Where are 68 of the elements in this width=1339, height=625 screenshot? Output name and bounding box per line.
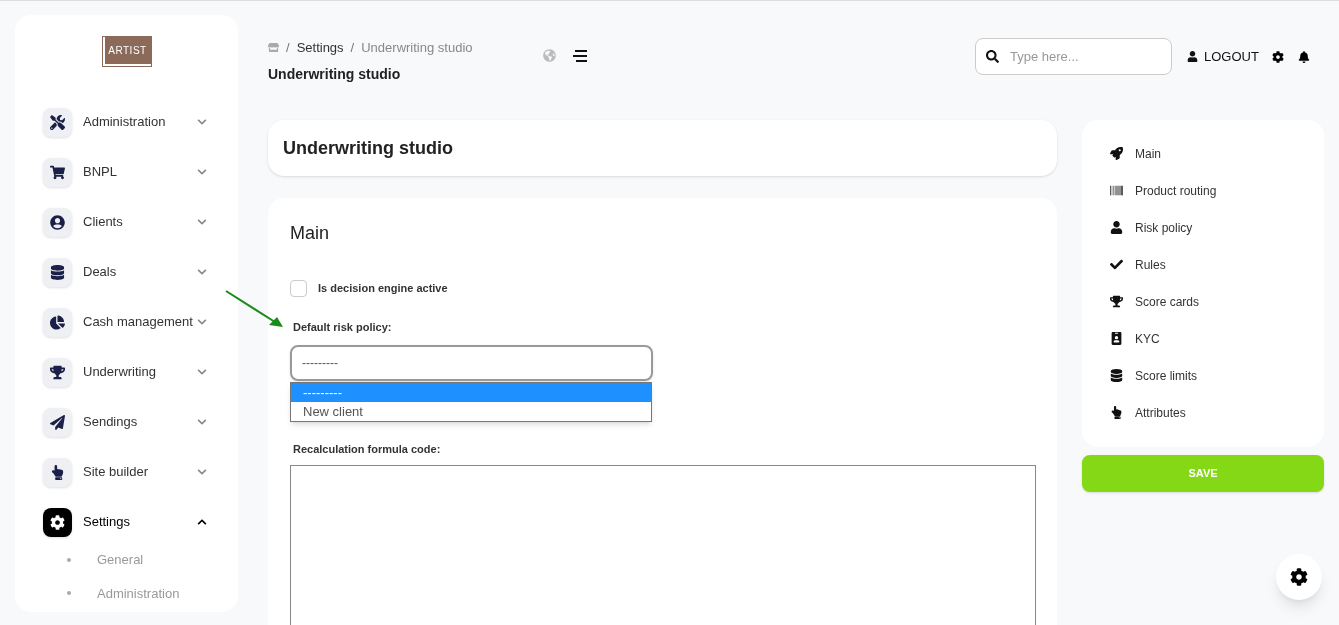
section-nav-link[interactable]: Rules xyxy=(1110,255,1296,274)
section-nav-link[interactable]: KYC xyxy=(1110,329,1296,348)
paper-plane-icon xyxy=(50,414,65,430)
field-label: Recalculation formula code: xyxy=(293,441,442,457)
settings-icon[interactable] xyxy=(1271,50,1284,63)
search-icon xyxy=(986,50,999,63)
trophy-icon xyxy=(1110,295,1123,308)
pointing-hand-icon xyxy=(50,464,65,480)
checkbox[interactable] xyxy=(290,280,307,297)
rocket-icon xyxy=(1110,147,1123,160)
pie-chart-icon xyxy=(50,314,65,330)
id-badge-icon xyxy=(1110,332,1123,345)
search-field[interactable]: Type here... xyxy=(975,38,1172,75)
user-icon xyxy=(1110,221,1123,234)
chevron-down-icon xyxy=(197,267,207,277)
database-icon xyxy=(1110,369,1123,382)
logout-button[interactable]: LOGOUT xyxy=(1187,46,1259,67)
sidebar-item[interactable]: Underwriting xyxy=(43,356,210,388)
settings-icon xyxy=(1290,568,1308,586)
trophy-icon xyxy=(50,364,65,380)
settings-icon xyxy=(50,514,65,530)
pointing-hand-icon xyxy=(1110,406,1123,419)
bullet-icon xyxy=(67,557,71,562)
chevron-down-icon xyxy=(197,417,207,427)
settings-button[interactable] xyxy=(1276,554,1322,600)
select-field[interactable]: --------- xyxy=(290,344,653,381)
chevron-down-icon xyxy=(197,167,207,177)
sidebar-item[interactable]: Deals xyxy=(43,256,210,288)
dropdown-option[interactable]: New client xyxy=(291,401,651,421)
sidebar-item[interactable]: Clients xyxy=(43,206,210,238)
sidebar-item[interactable]: Settings xyxy=(43,506,210,538)
chevron-up-icon xyxy=(197,517,207,527)
chevron-down-icon xyxy=(197,317,207,327)
sidebar-item[interactable]: BNPL xyxy=(43,156,210,188)
sidebar-item[interactable]: Site builder xyxy=(43,456,210,488)
page-title: Underwriting studio xyxy=(268,64,402,84)
menu-icon[interactable] xyxy=(571,50,588,62)
sidebar-item[interactable]: Administration xyxy=(43,106,210,138)
breadcrumb-separator: / xyxy=(286,39,290,57)
checkbox-label: Is decision engine active xyxy=(318,281,448,297)
annotation-arrow xyxy=(225,290,285,328)
sidebar-item[interactable]: Sendings xyxy=(43,406,210,438)
section-nav-link[interactable]: Score limits xyxy=(1110,366,1296,385)
section-nav-link[interactable]: Score cards xyxy=(1110,292,1296,311)
chevron-down-icon xyxy=(197,217,207,227)
user-icon xyxy=(50,214,65,230)
section-nav-link[interactable]: Product routing xyxy=(1110,181,1296,200)
chevron-down-icon xyxy=(197,467,207,477)
bars-icon xyxy=(1110,184,1123,197)
card-title: Underwriting studio xyxy=(283,136,453,160)
tools-icon xyxy=(50,114,65,130)
section-nav-link[interactable]: Risk policy xyxy=(1110,218,1296,237)
chevron-down-icon xyxy=(197,117,207,127)
bell-icon[interactable] xyxy=(1297,50,1310,63)
section-nav-link[interactable]: Attributes xyxy=(1110,403,1296,422)
breadcrumb-separator: / xyxy=(350,39,355,57)
chevron-down-icon xyxy=(197,367,207,377)
bullet-icon xyxy=(67,591,71,596)
user-icon xyxy=(1187,51,1198,62)
cart-icon xyxy=(50,164,65,180)
sidebar-item[interactable]: Cash management xyxy=(43,306,210,338)
section-nav-link[interactable]: Main xyxy=(1110,144,1296,163)
database-icon xyxy=(50,264,65,280)
check-icon xyxy=(1110,258,1123,271)
logo[interactable]: ARTIST xyxy=(102,37,151,66)
breadcrumb-link[interactable]: Settings xyxy=(296,38,344,58)
section-title: Main xyxy=(290,222,330,245)
field-label: Default risk policy: xyxy=(293,320,393,335)
